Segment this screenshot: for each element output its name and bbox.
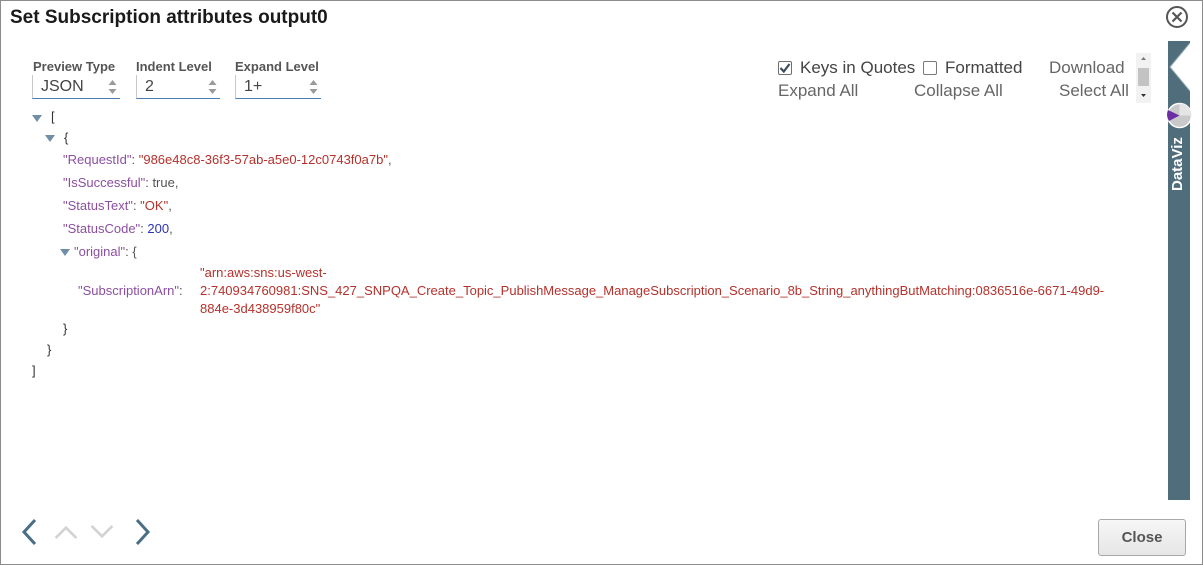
collapse-array-toggle-icon[interactable] bbox=[32, 115, 42, 122]
chevron-down-icon[interactable] bbox=[89, 517, 115, 547]
formatted-checkbox[interactable] bbox=[923, 61, 937, 75]
download-link[interactable]: Download bbox=[1049, 58, 1125, 78]
indent-level-select[interactable]: 2 bbox=[136, 75, 220, 99]
formatted-label[interactable]: Formatted bbox=[945, 58, 1022, 78]
json-key: "original" bbox=[74, 244, 126, 259]
json-value: 200 bbox=[147, 221, 170, 236]
close-brace: } bbox=[47, 342, 52, 357]
select-all-link[interactable]: Select All bbox=[1059, 81, 1129, 101]
expand-all-link[interactable]: Expand All bbox=[778, 81, 858, 101]
json-value: "OK" bbox=[140, 198, 169, 213]
dataviz-label: DataViz bbox=[1169, 137, 1186, 191]
json-value: "986e48c8-36f3-57ab-a5e0-12c0743f0a7b" bbox=[138, 152, 388, 167]
expand-panel-icon[interactable] bbox=[1168, 41, 1190, 93]
checkmark-icon bbox=[779, 63, 791, 74]
preview-type-value: JSON bbox=[41, 78, 84, 95]
chevron-up-icon[interactable] bbox=[53, 517, 79, 547]
collapse-original-toggle-icon[interactable] bbox=[60, 249, 70, 256]
keys-in-quotes-checkbox[interactable] bbox=[778, 61, 792, 75]
close-button[interactable]: Close bbox=[1098, 519, 1186, 556]
json-value-line: 2:740934760981:SNS_427_SNPQA_Create_Topi… bbox=[200, 283, 1105, 298]
json-field-row: "IsSuccessful": true, bbox=[63, 175, 179, 190]
dialog-title: Set Subscription attributes output0 bbox=[10, 7, 328, 28]
json-field-row: "RequestId": "986e48c8-36f3-57ab-a5e0-12… bbox=[63, 152, 392, 167]
json-key: "RequestId" bbox=[63, 152, 132, 167]
expand-level-select[interactable]: 1+ bbox=[235, 75, 321, 99]
keys-in-quotes-label[interactable]: Keys in Quotes bbox=[800, 58, 915, 78]
chevron-right-icon[interactable] bbox=[129, 517, 155, 547]
select-arrows-icon bbox=[108, 80, 117, 94]
json-value-line: "arn:aws:sns:us-west- bbox=[200, 265, 327, 280]
close-brace: } bbox=[63, 321, 68, 336]
json-value: true bbox=[152, 175, 175, 190]
preview-type-label: Preview Type bbox=[33, 59, 116, 74]
select-arrows-icon bbox=[208, 80, 217, 94]
json-key: "SubscriptionArn": bbox=[78, 283, 183, 298]
json-field-row: "original": { bbox=[74, 244, 137, 259]
scrollbar-thumb[interactable] bbox=[1138, 68, 1149, 86]
preview-type-select[interactable]: JSON bbox=[32, 75, 120, 99]
pie-chart-icon bbox=[1166, 102, 1193, 129]
close-bracket: ] bbox=[32, 363, 36, 378]
indent-level-label: Indent Level bbox=[136, 59, 212, 74]
json-key: "StatusCode" bbox=[63, 221, 141, 236]
open-bracket: [ bbox=[51, 109, 55, 124]
select-arrows-icon bbox=[309, 80, 318, 94]
json-value-line: 884e-3d438959f80c" bbox=[200, 301, 321, 316]
options-scrollbar[interactable] bbox=[1136, 53, 1151, 103]
json-key: "StatusText" bbox=[63, 198, 133, 213]
collapse-all-link[interactable]: Collapse All bbox=[914, 81, 1003, 101]
close-icon[interactable] bbox=[1165, 5, 1189, 29]
open-brace: { bbox=[64, 130, 69, 145]
preview-dialog: Set Subscription attributes output0 Prev… bbox=[0, 0, 1203, 565]
chevron-left-icon[interactable] bbox=[17, 517, 43, 547]
indent-level-value: 2 bbox=[145, 78, 154, 95]
json-field-row: "StatusText": "OK", bbox=[63, 198, 172, 213]
json-field-row: "StatusCode": 200, bbox=[63, 221, 173, 236]
expand-level-value: 1+ bbox=[244, 78, 263, 95]
expand-level-label: Expand Level bbox=[235, 59, 319, 74]
collapse-object-toggle-icon[interactable] bbox=[45, 135, 55, 142]
json-key: "IsSuccessful" bbox=[63, 175, 146, 190]
